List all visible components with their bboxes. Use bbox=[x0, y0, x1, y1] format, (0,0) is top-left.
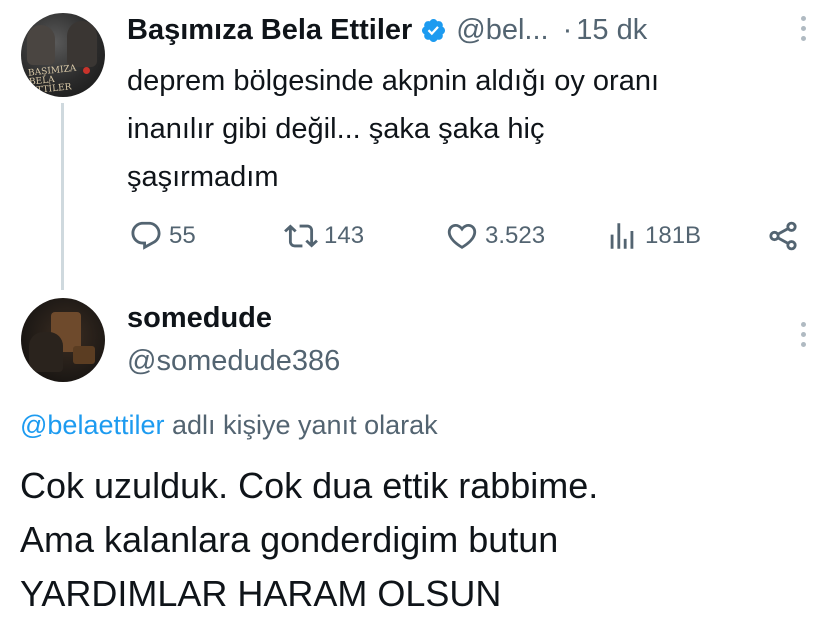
views-count: 181B bbox=[645, 222, 702, 249]
more-icon[interactable] bbox=[798, 16, 808, 42]
reply-button[interactable]: 55 bbox=[129, 219, 196, 253]
retweet-count: 143 bbox=[324, 222, 365, 249]
tweet-text: deprem bölgesinde akpnin aldığı oy oranı… bbox=[127, 57, 807, 201]
reply-author-handle[interactable]: @somedude386 bbox=[127, 345, 340, 378]
retweet-icon bbox=[284, 224, 318, 248]
tweet-header: Başımıza Bela Ettiler @bel... · 15 dk bbox=[127, 12, 647, 48]
thread-line bbox=[61, 103, 64, 290]
avatar-badge bbox=[83, 67, 90, 74]
reply-text-line: YARDIMLAR HARAM OLSUN bbox=[20, 573, 502, 614]
reply-text: Cok uzulduk. Cok dua ettik rabbime. Ama … bbox=[20, 459, 810, 621]
like-count: 3.523 bbox=[485, 222, 546, 249]
separator-dot: · bbox=[562, 13, 573, 46]
action-bar: 55 143 3.523 181B bbox=[127, 219, 807, 253]
reply-to-mention-link[interactable]: @belaettiler bbox=[20, 410, 164, 440]
share-button[interactable] bbox=[766, 219, 800, 253]
verified-icon bbox=[422, 18, 446, 42]
reply-icon bbox=[131, 221, 161, 250]
author-name[interactable]: Başımıza Bela Ettiler bbox=[127, 14, 412, 47]
reply-author-avatar[interactable] bbox=[21, 298, 105, 382]
author-handle[interactable]: @bel... bbox=[456, 14, 548, 47]
share-icon bbox=[769, 221, 797, 251]
reply-author-name[interactable]: somedude bbox=[127, 302, 272, 335]
author-avatar[interactable]: BAŞIMIZA BELA ETTİLER bbox=[21, 13, 105, 97]
replying-to: @belaettiler adlı kişiye yanıt olarak bbox=[20, 410, 438, 441]
views-button[interactable]: 181B bbox=[605, 219, 701, 253]
reply-to-label: adlı kişiye yanıt olarak bbox=[164, 410, 438, 440]
retweet-button[interactable]: 143 bbox=[284, 219, 364, 253]
reply-count: 55 bbox=[169, 222, 196, 249]
timestamp[interactable]: 15 dk bbox=[576, 14, 647, 47]
reply-text-line: Cok uzulduk. Cok dua ettik rabbime. bbox=[20, 465, 599, 506]
like-button[interactable]: 3.523 bbox=[445, 219, 545, 253]
like-icon bbox=[447, 223, 477, 249]
views-icon bbox=[610, 223, 634, 249]
tweet-text-line: şaşırmadım bbox=[127, 161, 279, 193]
tweet-text-line: inanılır gibi değil... şaka şaka hiç bbox=[127, 113, 545, 145]
avatar-scene-object bbox=[73, 346, 95, 364]
more-icon[interactable] bbox=[798, 322, 808, 348]
avatar-figure-right bbox=[67, 21, 97, 67]
avatar-scene-figure bbox=[29, 332, 63, 372]
avatar-figure-left bbox=[27, 25, 55, 65]
reply-text-line: Ama kalanlara gonderdigim butun bbox=[20, 519, 559, 560]
tweet-text-line: deprem bölgesinde akpnin aldığı oy oranı bbox=[127, 65, 660, 97]
